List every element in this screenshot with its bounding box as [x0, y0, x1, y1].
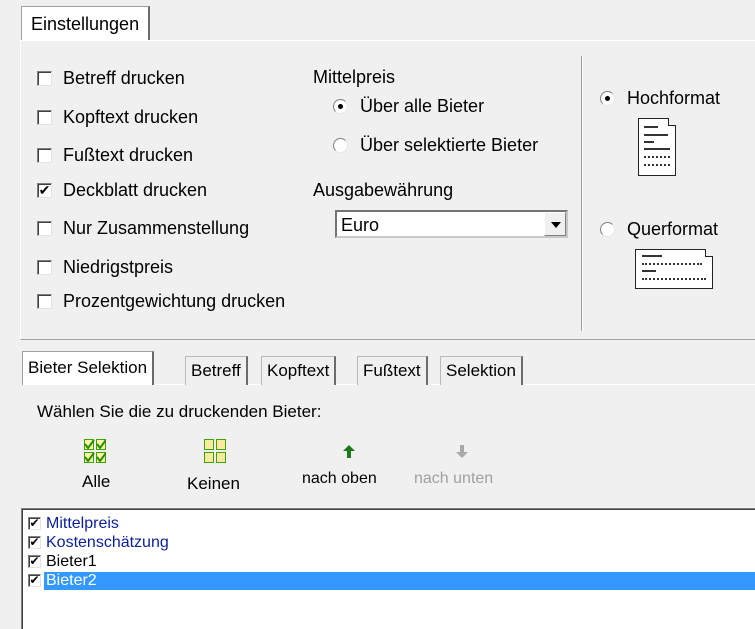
option-label: Deckblatt drucken: [63, 180, 208, 200]
tab-selektion[interactable]: Selektion: [440, 356, 523, 385]
selection-highlight: [43, 571, 755, 591]
checkbox[interactable]: [37, 110, 52, 125]
tab-label: Betreff: [191, 361, 241, 380]
select-none-label: Keinen: [187, 474, 240, 493]
list-item[interactable]: ✔ Kostenschätzung: [28, 534, 755, 552]
bieter-prompt: Wählen Sie die zu druckenden Bieter:: [37, 402, 322, 421]
portrait-page-icon: [638, 118, 676, 176]
option-label: Niedrigstpreis: [63, 257, 174, 277]
move-down-label: nach unten: [414, 470, 494, 487]
chevron-down-icon[interactable]: [544, 212, 566, 236]
radio-label: Hochformat: [627, 88, 721, 108]
checkbox[interactable]: [37, 260, 52, 275]
tab-bieter-selektion[interactable]: Bieter Selektion: [22, 351, 155, 385]
tab-einstellungen[interactable]: Einstellungen: [21, 6, 151, 41]
radio-label: Über alle Bieter: [360, 96, 485, 116]
landscape-page-icon: [635, 249, 713, 289]
radio-label: Über selektierte Bieter: [360, 135, 539, 155]
list-item-label: Bieter1: [46, 553, 97, 570]
select-all-label: Alle: [82, 472, 111, 491]
tab-label: Selektion: [446, 361, 516, 380]
checkbox[interactable]: ✔: [37, 183, 52, 198]
list-item-label: Kostenschätzung: [46, 534, 169, 551]
bieter-list[interactable]: ✔ Mittelpreis ✔ Kostenschätzung ✔ Bieter…: [21, 508, 755, 629]
tab-betreff[interactable]: Betreff: [185, 356, 248, 385]
radio-button[interactable]: [600, 91, 615, 106]
option-label: Betreff drucken: [63, 68, 185, 88]
option-label: Fußtext drucken: [63, 145, 194, 165]
option-label: Prozentgewichtung drucken: [63, 291, 286, 311]
orientation-divider: [581, 56, 583, 331]
tab-label: Fußtext: [363, 361, 421, 380]
move-up-label: nach oben: [302, 470, 377, 487]
list-item-selected[interactable]: ✔ Bieter2: [28, 571, 755, 591]
tab-fusstext[interactable]: Fußtext: [357, 356, 428, 385]
checkbox[interactable]: ✔: [28, 517, 41, 530]
currency-heading: Ausgabewährung: [313, 180, 454, 200]
checkbox[interactable]: [37, 71, 52, 86]
tab-label: Bieter Selektion: [28, 358, 148, 377]
radio-button[interactable]: [600, 222, 615, 237]
list-item[interactable]: ✔ Mittelpreis: [28, 515, 755, 533]
option-label: Nur Zusammenstellung: [63, 218, 250, 238]
checkbox[interactable]: ✔: [28, 555, 41, 568]
checkbox[interactable]: [37, 221, 52, 236]
checkbox[interactable]: ✔: [28, 536, 41, 549]
list-item-label: Bieter2: [46, 572, 97, 589]
tab-kopftext[interactable]: Kopftext: [261, 356, 337, 385]
mittelpreis-heading: Mittelpreis: [313, 67, 396, 87]
radio-button[interactable]: [333, 99, 348, 114]
checkbox[interactable]: ✔: [28, 574, 41, 587]
list-item-label: Mittelpreis: [46, 515, 119, 532]
uncheck-all-icon: [204, 439, 226, 463]
checkbox[interactable]: [37, 294, 52, 309]
list-item[interactable]: ✔ Bieter1: [28, 553, 755, 571]
arrow-up-icon: [343, 445, 355, 458]
arrow-down-icon: [456, 445, 468, 458]
tab-label: Kopftext: [267, 361, 330, 380]
radio-label: Querformat: [627, 219, 719, 239]
check-all-icon: [84, 439, 106, 463]
tab-einstellungen-label: Einstellungen: [31, 14, 140, 34]
radio-button[interactable]: [333, 138, 348, 153]
checkbox[interactable]: [37, 148, 52, 163]
currency-select[interactable]: Euro: [335, 210, 568, 238]
option-label: Kopftext drucken: [63, 107, 199, 127]
currency-value: Euro: [341, 215, 380, 235]
